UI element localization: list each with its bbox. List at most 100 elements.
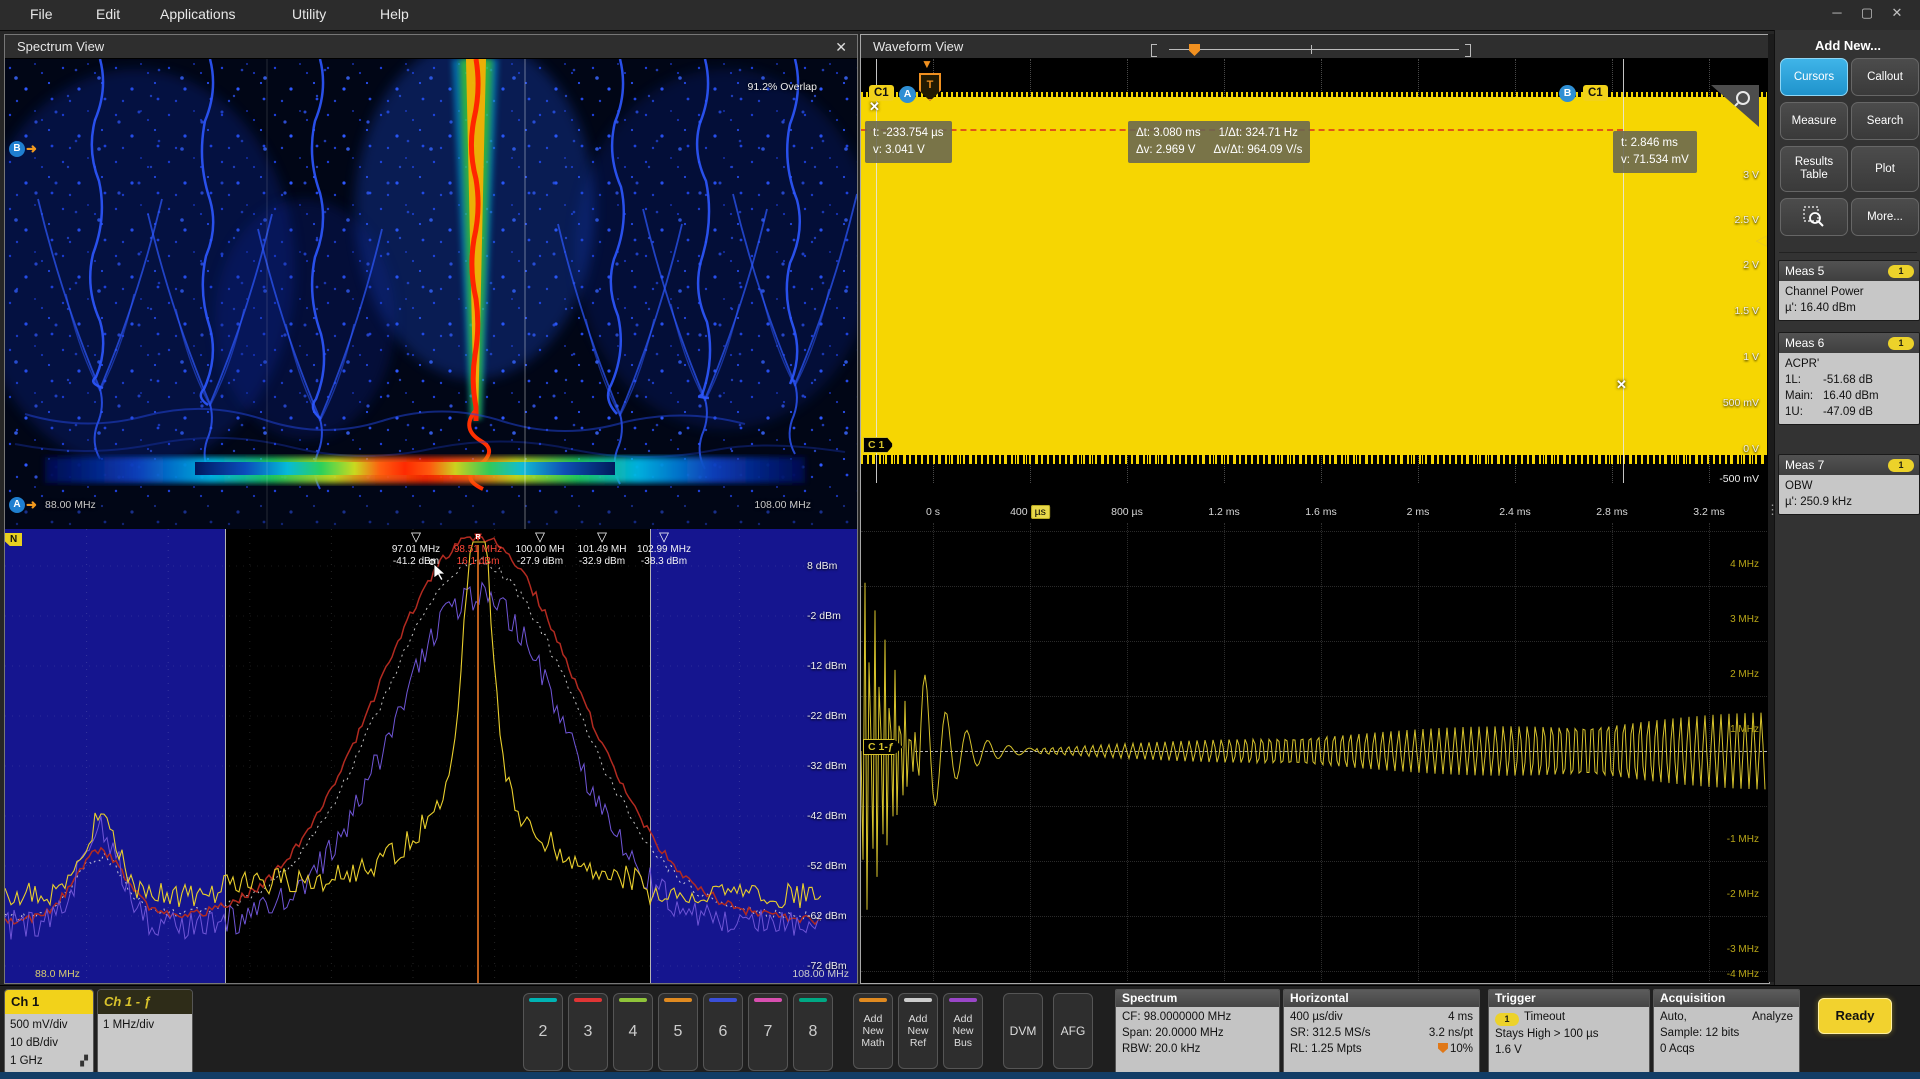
delta-v: Δv: 2.969 V [1136, 144, 1195, 156]
search-button[interactable]: Search [1851, 102, 1919, 140]
acquisition-settings-panel[interactable]: Acquisition Auto,Analyze Sample: 12 bits… [1653, 989, 1800, 1075]
ch1-badge[interactable]: C1 [869, 85, 894, 101]
channel-3-button[interactable]: 3 [568, 993, 608, 1071]
maximize-icon[interactable]: ▢ [1852, 5, 1882, 21]
menu-file[interactable]: File [30, 6, 53, 22]
time-label: 2 ms [1407, 506, 1430, 518]
channel-7-button[interactable]: 7 [748, 993, 788, 1071]
acq-mode: Auto, [1660, 1009, 1687, 1025]
channel-2-button[interactable]: 2 [523, 993, 563, 1071]
window-controls: ─▢✕ [1822, 5, 1912, 21]
add-new-math-button[interactable]: Add New Math [853, 993, 893, 1069]
trigger-position-icon [1438, 1043, 1448, 1053]
panel-divider [1779, 252, 1917, 253]
record-view-minimap[interactable] [1151, 44, 1471, 56]
ch1f-scale: 1 MHz/div [103, 1016, 192, 1034]
time-unit-box[interactable]: µs [1031, 505, 1050, 519]
channel-4-button[interactable]: 4 [613, 993, 653, 1071]
acq-analyze: Analyze [1752, 1009, 1793, 1025]
channel-6-button[interactable]: 6 [703, 993, 743, 1071]
cursor-a-readout: t: -233.754 µs v: 3.041 V [865, 121, 952, 163]
cursors-button[interactable]: Cursors [1780, 58, 1848, 96]
trigger-level: 1.6 V [1495, 1042, 1643, 1058]
ch1-settings-badge[interactable]: Ch 1 500 mV/div 10 dB/div 1 GHz ▞ [4, 989, 94, 1075]
minimize-icon[interactable]: ─ [1822, 5, 1852, 20]
meas7-title: Meas 7 [1785, 458, 1824, 472]
time-label: 2.4 ms [1499, 506, 1531, 518]
menu-edit[interactable]: Edit [96, 6, 120, 22]
spectrum-cf: CF: 98.0000000 MHz [1122, 1009, 1273, 1025]
minimap-record-line [1169, 49, 1459, 50]
afg-button[interactable]: AFG [1053, 993, 1093, 1069]
results-bar: Add New... Cursors Callout Measure Searc… [1774, 30, 1920, 985]
trigger-level-icon[interactable]: ◁ [1755, 231, 1767, 249]
fm-label: -4 MHz [1727, 969, 1759, 980]
meas6-row: 1U:-47.09 dB [1785, 404, 1913, 420]
trigger-source-badge[interactable]: A [899, 86, 916, 103]
spectrum-settings-panel[interactable]: Spectrum CF: 98.0000000 MHz Span: 20.000… [1115, 989, 1280, 1075]
spectrum-plot[interactable]: ▽ 97.01 MHz -41.2 dBm ▼R 98.51 MHz 16.1 … [5, 529, 857, 983]
meas6-card[interactable]: Meas 6 1 ACPR' 1L:-51.68 dB Main:16.40 d… [1778, 332, 1920, 425]
volt-label: 500 mV [1723, 397, 1759, 409]
meas6-name: ACPR' [1785, 356, 1913, 372]
more-button[interactable]: More... [1851, 198, 1919, 236]
reference-marker-line [477, 545, 479, 983]
ch1-math-badge[interactable]: Ch 1 - ƒ 1 MHz/div [97, 989, 193, 1075]
marker-4[interactable]: ▽ 102.99 MHz -38.3 dBm [622, 531, 706, 567]
add-new-bus-button[interactable]: Add New Bus [943, 993, 983, 1069]
ampl-label: -52 dBm [807, 860, 851, 872]
marker-b-arrow-icon: ➜ [26, 141, 37, 157]
fm-trace [861, 523, 1767, 981]
spectrum-close-icon[interactable]: ✕ [835, 35, 847, 59]
ready-button[interactable]: Ready [1818, 998, 1892, 1034]
minimap-trigger-icon[interactable] [1189, 44, 1200, 56]
plot-left-freq: 88.0 MHz [35, 968, 80, 980]
results-table-button[interactable]: Results Table [1780, 146, 1848, 192]
meas5-title: Meas 5 [1785, 264, 1824, 278]
meas5-source-badge: 1 [1888, 265, 1914, 278]
close-icon[interactable]: ✕ [1882, 5, 1912, 21]
volt-label: 0 V [1743, 443, 1759, 455]
channel-8-button[interactable]: 8 [793, 993, 833, 1071]
waveform-plot[interactable]: ✕ ✕ C1 A ▼ T t: -233.754 µs v: 3.041 V Δ… [861, 59, 1767, 503]
spectrum-traces [5, 529, 821, 983]
channel-5-button[interactable]: 5 [658, 993, 698, 1071]
h-scale: 400 µs/div [1290, 1009, 1343, 1025]
marker-ampl: -27.9 dBm [517, 556, 563, 567]
marker-a[interactable]: A ➜ [9, 497, 37, 513]
ampl-label: -62 dBm [807, 910, 851, 922]
minimap-tick [1311, 45, 1312, 54]
add-new-ref-button[interactable]: Add New Ref [898, 993, 938, 1069]
cursor-b-badge[interactable]: B [1559, 85, 1576, 102]
waveform-view-pane: Waveform View ✕ ✕ C1 A ▼ T t: -233.754 µ… [860, 34, 1770, 984]
menu-applications[interactable]: Applications [160, 6, 236, 22]
trigger-settings-panel[interactable]: Trigger 1Timeout Stays High > 100 µs 1.6… [1488, 989, 1650, 1075]
trigger-panel-title: Trigger [1489, 990, 1649, 1007]
plot-button[interactable]: Plot [1851, 146, 1919, 192]
cursor-b-handle[interactable]: ✕ [1616, 377, 1627, 393]
fm-label: -3 MHz [1727, 944, 1759, 955]
acq-count: 0 Acqs [1660, 1041, 1793, 1057]
time-label: 800 µs [1111, 506, 1143, 518]
ch1-scale: 500 mV/div [10, 1016, 93, 1034]
dvm-button[interactable]: DVM [1003, 993, 1043, 1069]
cursor-b-line[interactable] [1623, 59, 1624, 483]
callout-button[interactable]: Callout [1851, 58, 1919, 96]
acq-sample: Sample: 12 bits [1660, 1025, 1793, 1041]
h-window: 4 ms [1448, 1009, 1473, 1025]
ch1-right-badge[interactable]: C1 [1583, 85, 1608, 101]
fm-label: 3 MHz [1730, 614, 1759, 625]
menu-utility[interactable]: Utility [292, 6, 326, 22]
zoom-mode-button[interactable] [1780, 198, 1848, 236]
marker-triangle-icon: ▽ [622, 531, 706, 544]
frequency-vs-time-plot[interactable]: 4 MHz 3 MHz 2 MHz 1 MHz -1 MHz -2 MHz -3… [861, 523, 1767, 981]
marker-b[interactable]: B ➜ [9, 141, 37, 157]
meas5-card[interactable]: Meas 5 1 Channel Power µ': 16.40 dBm [1778, 260, 1920, 321]
horizontal-settings-panel[interactable]: Horizontal 400 µs/div4 ms SR: 312.5 MS/s… [1283, 989, 1480, 1075]
spectrogram-plot[interactable]: 91.2% Overlap B ➜ A ➜ 88.00 MHz 108.00 M… [5, 59, 857, 529]
cursor-a-handle[interactable]: ✕ [869, 99, 880, 115]
measure-button[interactable]: Measure [1780, 102, 1848, 140]
meas7-card[interactable]: Meas 7 1 OBW µ': 250.9 kHz [1778, 454, 1920, 515]
marker-freq: 101.49 MH [578, 544, 627, 555]
menu-help[interactable]: Help [380, 6, 409, 22]
